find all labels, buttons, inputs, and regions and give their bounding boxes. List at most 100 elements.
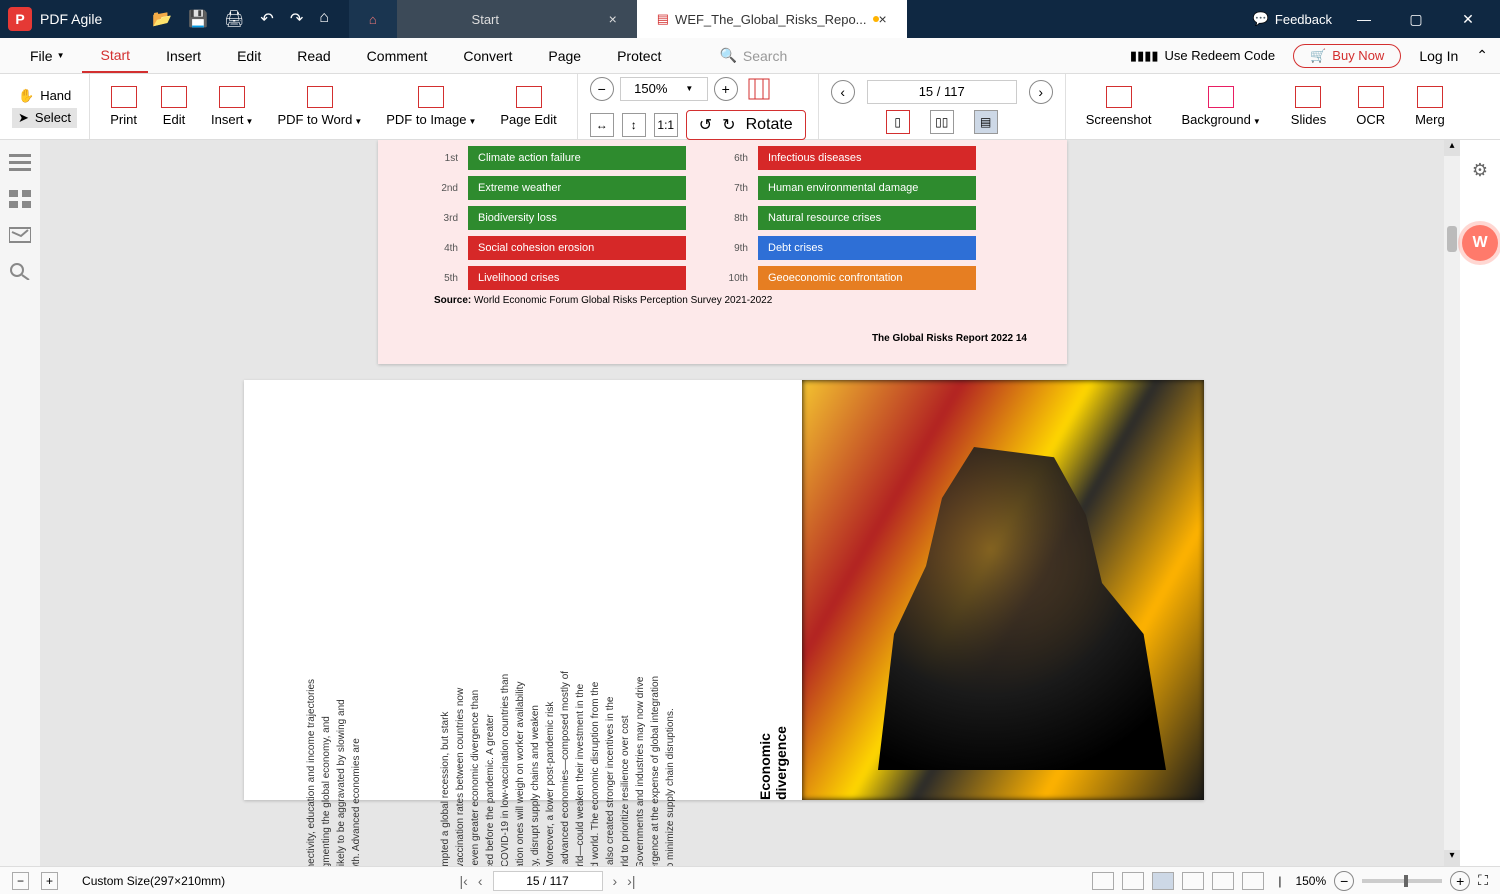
merge-button[interactable]: Merg [1407,86,1453,127]
fullscreen-icon[interactable]: ⛶ [1478,872,1488,889]
view-mode-4-icon[interactable] [1182,872,1204,890]
background-button[interactable]: Background▼ [1173,86,1268,127]
scroll-down-arrow[interactable]: ▾ [1444,850,1460,866]
menu-protect[interactable]: Protect [599,38,679,73]
scroll-thumb[interactable] [1447,226,1457,252]
risk-rank: 9th [724,243,748,254]
home-link-icon[interactable]: ⌂ [319,9,329,29]
page-plus-icon[interactable]: + [41,872,58,890]
more-menu-button[interactable]: ⌃ [1476,47,1488,64]
print-icon [111,86,137,108]
vertical-scrollbar[interactable]: ▴ ▾ [1444,140,1460,866]
pdf-to-image-button[interactable]: PDF to Image▼ [378,86,484,127]
tab-document[interactable]: ▤ WEF_The_Global_Risks_Repo... × [637,0,907,38]
prev-page-button[interactable]: ‹ [831,80,855,104]
zoom-value[interactable]: 150%▼ [620,77,708,101]
barcode-icon: ▮▮▮▮ [1130,48,1159,64]
undo-icon[interactable]: ↶ [260,9,273,29]
insert-button[interactable]: Insert▼ [203,86,261,127]
fit-height-icon[interactable]: ↕ [622,113,646,137]
ocr-button[interactable]: OCR [1348,86,1393,127]
edit-button[interactable]: Edit [153,86,195,127]
menu-edit[interactable]: Edit [219,38,279,73]
feedback-button[interactable]: 💬 Feedback [1253,11,1332,27]
redo-icon[interactable]: ↷ [290,9,303,29]
tab-home[interactable]: ⌂ [349,0,397,38]
menu-insert[interactable]: Insert [148,38,219,73]
menu-page[interactable]: Page [530,38,599,73]
status-zoom-in[interactable]: + [1450,871,1470,891]
fit-width-icon[interactable]: ↔ [590,113,614,137]
fit-page-icon[interactable] [744,74,774,104]
maximize-button[interactable]: ▢ [1396,0,1436,38]
menu-convert[interactable]: Convert [445,38,530,73]
minimize-button[interactable]: — [1344,0,1384,38]
risk-bar: Debt crises [758,236,976,260]
page-edit-button[interactable]: Page Edit [492,86,564,127]
tab-start[interactable]: Start × [397,0,637,38]
view-mode-6-icon[interactable] [1242,872,1264,890]
menu-read[interactable]: Read [279,38,348,73]
view-mode-2-icon[interactable] [1122,872,1144,890]
cart-icon: 🛒 [1310,48,1326,64]
save-icon[interactable]: 💾 [188,9,208,29]
screenshot-button[interactable]: Screenshot [1078,86,1160,127]
convert-fab[interactable]: W [1462,225,1498,261]
next-page-button[interactable]: › [1029,80,1053,104]
zoom-slider[interactable] [1362,879,1442,883]
hand-tool[interactable]: ✋Hand [12,86,77,106]
rotate-label[interactable]: Rotate [746,116,793,134]
risk-bar: Natural resource crises [758,206,976,230]
rotate-right-icon[interactable]: ↻ [722,115,735,135]
search-panel-icon[interactable] [9,262,31,280]
risk-row: 4thSocial cohesion erosion [434,236,686,260]
slides-button[interactable]: Slides [1283,86,1334,127]
view-mode-5-icon[interactable] [1212,872,1234,890]
status-zoom-out[interactable]: − [1334,871,1354,891]
menu-bar: File▼ Start Insert Edit Read Comment Con… [0,38,1500,74]
select-tool[interactable]: ➤Select [12,108,77,128]
title-bar: P PDF Agile 📂 💾 🖨 ↶ ↷ ⌂ ⌂ Start × ▤ WEF_… [0,0,1500,38]
close-icon[interactable]: × [609,11,617,27]
status-bar: − + Custom Size(297×210mm) |‹ ‹ › ›| | 1… [0,866,1500,894]
print-button[interactable]: Print [102,86,145,127]
tab-label: WEF_The_Global_Risks_Repo... [675,12,866,27]
menu-comment[interactable]: Comment [349,38,446,73]
continuous-view-icon[interactable]: ▤ [974,110,998,134]
view-mode-1-icon[interactable] [1092,872,1114,890]
thumbnails-icon[interactable] [9,190,31,208]
annotations-icon[interactable] [9,226,31,244]
next-page-icon[interactable]: › [613,873,618,889]
view-mode-3-icon[interactable] [1152,872,1174,890]
open-icon[interactable]: 📂 [152,9,172,29]
login-button[interactable]: Log In [1419,48,1458,64]
pdf-page-15: Economic divergence COVID-19 prompted a … [244,380,1204,800]
close-icon[interactable]: × [879,11,887,27]
outline-icon[interactable] [9,154,31,172]
print-icon[interactable]: 🖨 [224,9,244,29]
single-page-view-icon[interactable]: ▯ [886,110,910,134]
close-window-button[interactable]: ✕ [1448,0,1488,38]
zoom-in-button[interactable]: + [714,77,738,101]
tab-label: Start [472,12,499,27]
zoom-out-button[interactable]: − [590,77,614,101]
redeem-button[interactable]: ▮▮▮▮ Use Redeem Code [1130,48,1275,64]
buy-now-button[interactable]: 🛒 Buy Now [1293,44,1401,68]
first-page-icon[interactable]: |‹ [460,873,468,889]
menu-file[interactable]: File▼ [12,38,82,73]
pdf-to-word-button[interactable]: PDF to Word▼ [269,86,370,127]
menu-start[interactable]: Start [82,38,148,73]
page-input[interactable] [867,80,1017,104]
actual-size-icon[interactable]: 1:1 [654,113,678,137]
insert-icon [219,86,245,108]
page-minus-icon[interactable]: − [12,872,29,890]
search-box[interactable]: 🔍 Search [719,47,787,64]
settings-icon[interactable]: ⚙ [1472,160,1488,181]
prev-page-icon[interactable]: ‹ [478,873,483,889]
scroll-up-arrow[interactable]: ▴ [1444,140,1460,156]
rotate-left-icon[interactable]: ↺ [699,115,712,135]
last-page-icon[interactable]: ›| [627,873,635,889]
status-page-input[interactable] [493,871,603,891]
two-page-view-icon[interactable]: ▯▯ [930,110,954,134]
document-viewport[interactable]: 1stClimate action failure2ndExtreme weat… [40,140,1444,866]
